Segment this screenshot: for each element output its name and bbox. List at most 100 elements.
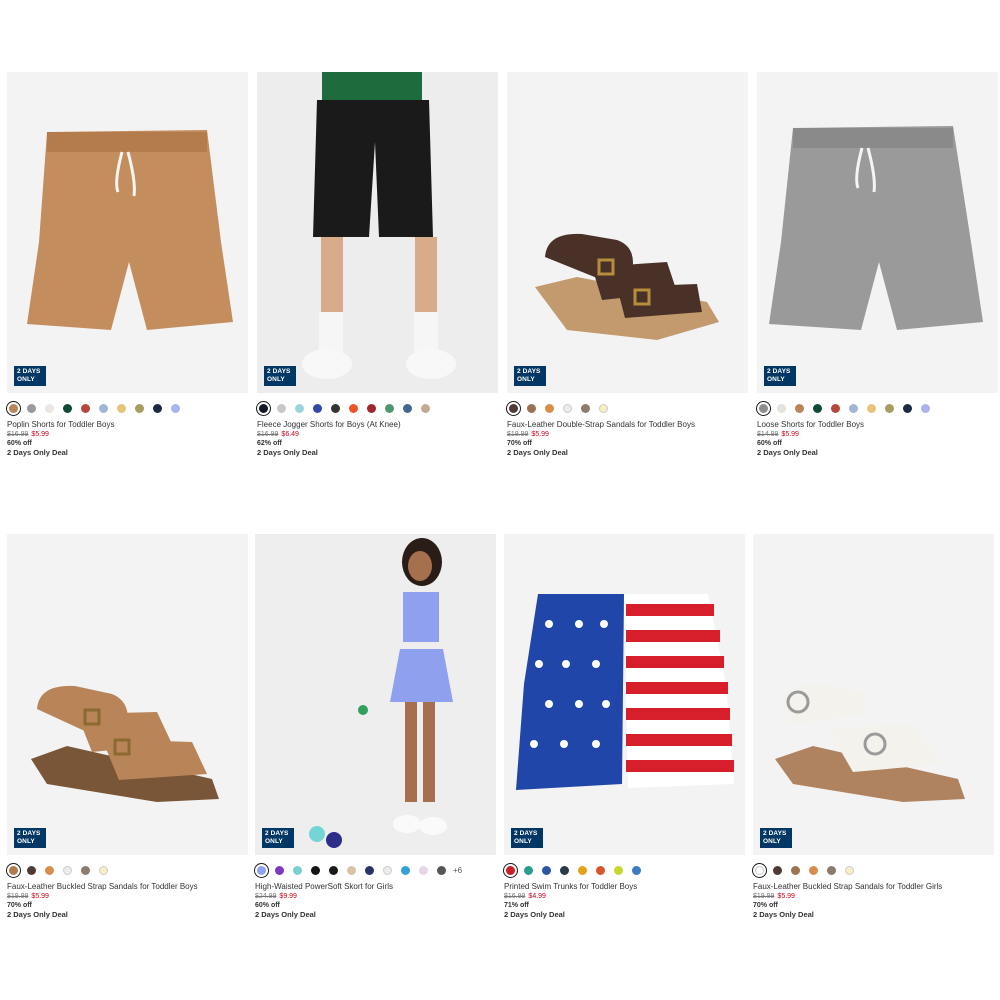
color-swatch[interactable] [885,403,894,413]
color-swatch[interactable] [849,403,858,413]
product-name[interactable]: Faux-Leather Buckled Strap Sandals for T… [7,882,248,892]
more-colors-link[interactable]: +6 [453,866,462,875]
product-card[interactable]: 2 DAYS ONLY Faux-Leather Buckled Strap S… [6,534,248,920]
color-swatch[interactable] [503,862,518,878]
color-swatch[interactable] [27,865,36,875]
color-swatch[interactable] [81,403,90,413]
product-name[interactable]: Printed Swim Trunks for Toddler Boys [504,882,745,892]
product-card[interactable]: 2 DAYS ONLY Loose Shorts for Toddler Boy… [756,72,998,458]
color-swatch[interactable] [99,403,108,413]
color-swatch[interactable] [275,865,284,875]
color-swatch[interactable] [813,403,822,413]
color-swatch[interactable] [867,403,876,413]
color-swatch[interactable] [752,862,767,878]
product-name[interactable]: Faux-Leather Double-Strap Sandals for To… [507,420,748,430]
product-card[interactable]: 2 DAYS ONLY Faux-Leather Double-Strap Sa… [506,72,748,458]
color-swatch[interactable] [99,865,108,875]
product-name[interactable]: Fleece Jogger Shorts for Boys (At Knee) [257,420,498,430]
color-swatch[interactable] [845,865,854,875]
color-swatch[interactable] [27,403,36,413]
color-swatch[interactable] [293,865,302,875]
color-swatch[interactable] [63,865,72,875]
color-swatch[interactable] [401,865,410,875]
color-swatch[interactable] [385,403,394,413]
color-swatch[interactable] [254,862,269,878]
color-swatch[interactable] [773,865,782,875]
color-swatch[interactable] [831,403,840,413]
product-image[interactable]: 2 DAYS ONLY [507,72,748,393]
product-image[interactable]: 2 DAYS ONLY [504,534,745,855]
discount-label: 60% off [7,440,32,447]
color-swatch[interactable] [795,403,804,413]
color-swatch[interactable] [791,865,800,875]
color-swatch[interactable] [6,862,21,878]
color-swatch[interactable] [542,865,551,875]
color-swatch[interactable] [329,865,338,875]
original-price: $24.99 [255,893,277,900]
color-swatch[interactable] [367,403,376,413]
sale-price: $5.99 [781,431,799,438]
color-swatch[interactable] [437,865,446,875]
product-name[interactable]: Loose Shorts for Toddler Boys [757,420,998,430]
color-swatch[interactable] [827,865,836,875]
color-swatch[interactable] [777,403,786,413]
color-swatch[interactable] [614,865,623,875]
color-swatch[interactable] [277,403,286,413]
color-swatch[interactable] [45,403,54,413]
color-swatch[interactable] [313,403,322,413]
color-swatch[interactable] [295,403,304,413]
color-swatch[interactable] [563,403,572,413]
product-name[interactable]: Faux-Leather Buckled Strap Sandals for T… [753,882,994,892]
discount-label: 71% off [504,902,529,909]
color-swatch[interactable] [419,865,428,875]
product-image[interactable]: 2 DAYS ONLY [7,72,248,393]
product-card[interactable]: 2 DAYS ONLY +6 High-Waisted PowerSoft Sk… [254,534,496,920]
product-image[interactable]: 2 DAYS ONLY [257,72,498,393]
color-swatch[interactable] [596,865,605,875]
color-swatch[interactable] [809,865,818,875]
product-name[interactable]: Poplin Shorts for Toddler Boys [7,420,248,430]
product-image[interactable]: 2 DAYS ONLY [753,534,994,855]
product-image[interactable]: 2 DAYS ONLY [255,534,496,855]
color-swatch[interactable] [365,865,374,875]
two-days-only-badge: 2 DAYS ONLY [764,366,796,386]
color-swatch[interactable] [581,403,590,413]
color-swatch[interactable] [524,865,533,875]
color-swatch[interactable] [135,403,144,413]
color-swatch[interactable] [403,403,412,413]
product-card[interactable]: 2 DAYS ONLY Poplin Shorts for Toddler Bo… [6,72,248,458]
product-card[interactable]: 2 DAYS ONLY Fleece Jogger Shorts for Boy… [256,72,498,458]
product-card[interactable]: 2 DAYS ONLY Faux-Leather Buckled Strap S… [752,534,994,920]
color-swatch[interactable] [171,403,180,413]
product-card[interactable]: 2 DAYS ONLY Printed Swim Trunks for Todd… [503,534,745,920]
deal-label: 2 Days Only Deal [757,448,818,457]
color-swatch[interactable] [45,865,54,875]
color-swatch[interactable] [117,403,126,413]
color-swatch[interactable] [153,403,162,413]
color-swatch[interactable] [347,865,356,875]
product-image[interactable]: 2 DAYS ONLY [757,72,998,393]
color-swatch[interactable] [63,403,72,413]
color-swatch[interactable] [256,400,271,416]
product-image[interactable]: 2 DAYS ONLY [7,534,248,855]
original-price: $19.99 [7,893,29,900]
color-swatch[interactable] [527,403,536,413]
color-swatch[interactable] [560,865,569,875]
color-swatch[interactable] [632,865,641,875]
color-swatch[interactable] [311,865,320,875]
color-swatch[interactable] [578,865,587,875]
color-swatch[interactable] [506,400,521,416]
color-swatch[interactable] [331,403,340,413]
color-swatch[interactable] [599,403,608,413]
product-name[interactable]: High-Waisted PowerSoft Skort for Girls [255,882,496,892]
color-swatches [6,862,248,878]
color-swatch[interactable] [349,403,358,413]
color-swatch[interactable] [6,400,21,416]
color-swatch[interactable] [545,403,554,413]
color-swatch[interactable] [921,403,930,413]
color-swatch[interactable] [421,403,430,413]
color-swatch[interactable] [81,865,90,875]
color-swatch[interactable] [903,403,912,413]
color-swatch[interactable] [383,865,392,875]
color-swatch[interactable] [756,400,771,416]
